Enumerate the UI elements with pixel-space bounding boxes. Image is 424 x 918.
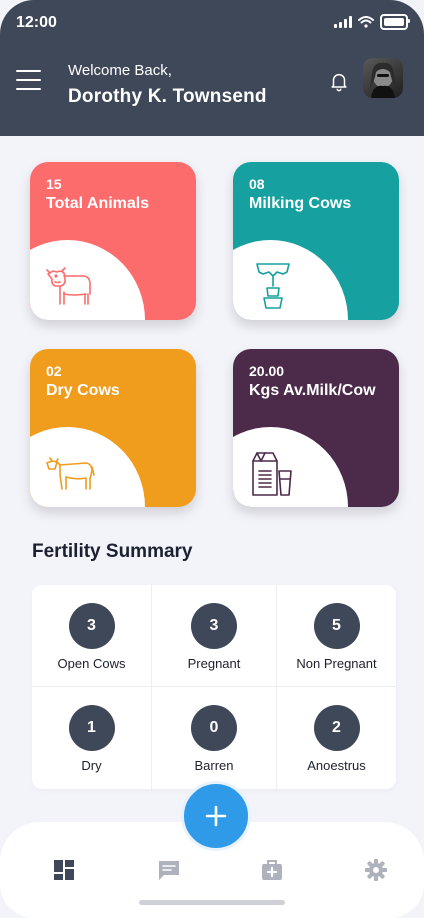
card-total-animals[interactable]: 15 Total Animals (30, 162, 196, 320)
card-avg-milk[interactable]: 20.00 Kgs Av.Milk/Cow (233, 349, 399, 507)
welcome-text: Welcome Back, (68, 62, 172, 79)
health-kit-icon[interactable] (260, 858, 284, 882)
fertility-label: Non Pregnant (296, 656, 377, 671)
card-count: 20.00 (249, 363, 285, 379)
milk-carton-icon (252, 452, 292, 496)
app-screen: 12:00 Welcome Back, Dorothy K. Townsend (0, 0, 424, 918)
dry-cow-icon (46, 457, 95, 490)
card-label: Total Animals (46, 195, 150, 212)
fertility-item-dry[interactable]: 1 Dry (32, 687, 152, 789)
fertility-count: 3 (68, 603, 115, 649)
card-label: Milking Cows (249, 195, 352, 212)
fertility-label: Dry (81, 758, 102, 773)
menu-button[interactable] (16, 70, 41, 90)
status-time: 12:00 (16, 14, 57, 31)
signal-icon (334, 16, 352, 28)
header: 12:00 Welcome Back, Dorothy K. Townsend (0, 0, 424, 136)
card-count: 02 (46, 363, 62, 379)
fertility-label: Barren (194, 758, 234, 773)
messages-icon[interactable] (157, 858, 181, 882)
fertility-count: 5 (313, 603, 360, 649)
fertility-item-barren[interactable]: 0 Barren (152, 687, 277, 789)
fertility-item-open-cows[interactable]: 3 Open Cows (32, 585, 152, 687)
card-count: 08 (249, 176, 265, 192)
battery-icon (380, 14, 410, 30)
card-dry-cows[interactable]: 02 Dry Cows (30, 349, 196, 507)
avatar[interactable] (363, 58, 403, 98)
card-label: Kgs Av.Milk/Cow (249, 382, 376, 399)
home-indicator (139, 900, 285, 905)
fertility-grid: 3 Open Cows 3 Pregnant 5 Non Pregnant 1 … (32, 585, 396, 789)
cow-icon (46, 267, 91, 305)
milk-pump-icon (256, 263, 290, 309)
fertility-count: 0 (191, 705, 237, 751)
fertility-item-non-pregnant[interactable]: 5 Non Pregnant (277, 585, 396, 687)
fertility-label: Anoestrus (307, 758, 366, 773)
fertility-summary-title: Fertility Summary (32, 541, 193, 562)
plus-icon (205, 805, 227, 827)
bell-icon[interactable] (328, 70, 350, 92)
fertility-count: 2 (313, 705, 360, 751)
add-button[interactable] (181, 781, 251, 851)
dashboard-icon[interactable] (52, 858, 76, 882)
user-name: Dorothy K. Townsend (68, 86, 267, 107)
fertility-count: 1 (68, 705, 115, 751)
fertility-label: Pregnant (187, 656, 241, 671)
fertility-label: Open Cows (57, 656, 126, 671)
wifi-icon (358, 16, 374, 28)
card-milking-cows[interactable]: 08 Milking Cows (233, 162, 399, 320)
card-count: 15 (46, 176, 62, 192)
card-label: Dry Cows (46, 382, 120, 399)
status-icons (334, 14, 410, 30)
fertility-item-anoestrus[interactable]: 2 Anoestrus (277, 687, 396, 789)
fertility-item-pregnant[interactable]: 3 Pregnant (152, 585, 277, 687)
fertility-count: 3 (191, 603, 237, 649)
settings-icon[interactable] (364, 858, 388, 882)
